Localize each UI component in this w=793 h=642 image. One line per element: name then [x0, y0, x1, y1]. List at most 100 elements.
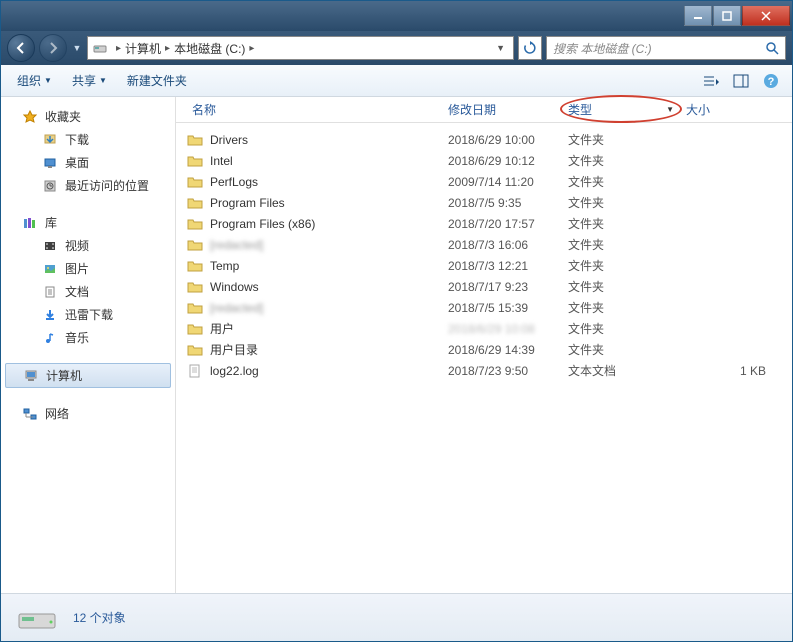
breadcrumb-computer[interactable]: 计算机 [125, 40, 161, 57]
folder-icon [186, 216, 204, 232]
breadcrumb-drive[interactable]: 本地磁盘 (C:) [174, 40, 245, 57]
file-row[interactable]: Program Files (x86)2018/7/20 17:57文件夹 [176, 213, 792, 234]
toolbar: 组织▼ 共享▼ 新建文件夹 ? [1, 65, 792, 97]
file-row[interactable]: Drivers2018/6/29 10:00文件夹 [176, 129, 792, 150]
folder-icon [186, 174, 204, 190]
file-date: 2018/6/29 10:08 [448, 322, 568, 336]
file-list: Drivers2018/6/29 10:00文件夹Intel2018/6/29 … [176, 123, 792, 593]
window-titlebar [1, 1, 792, 31]
file-name: Drivers [210, 133, 448, 147]
forward-button[interactable] [39, 34, 67, 62]
search-input[interactable]: 搜索 本地磁盘 (C:) [546, 36, 786, 60]
column-header-size[interactable]: 大小 [680, 101, 760, 118]
file-date: 2018/7/3 16:06 [448, 238, 568, 252]
status-count: 12 个对象 [73, 609, 126, 626]
file-date: 2018/7/5 9:35 [448, 196, 568, 210]
folder-icon [186, 342, 204, 358]
minimize-button[interactable] [684, 6, 712, 26]
new-folder-button[interactable]: 新建文件夹 [119, 69, 195, 92]
folder-icon [186, 321, 204, 337]
document-icon [41, 284, 59, 300]
file-row[interactable]: [redacted]2018/7/5 15:39文件夹 [176, 297, 792, 318]
help-button[interactable]: ? [758, 70, 784, 92]
view-menu[interactable] [698, 70, 724, 92]
sidebar-item-recent[interactable]: 最近访问的位置 [1, 174, 175, 197]
close-button[interactable] [742, 6, 790, 26]
file-name: [redacted] [210, 301, 448, 315]
file-row[interactable]: Intel2018/6/29 10:12文件夹 [176, 150, 792, 171]
file-row[interactable]: log22.log2018/7/23 9:50文本文档1 KB [176, 360, 792, 381]
drive-icon [92, 40, 108, 56]
file-list-pane: 名称 修改日期 类型▼ 大小 Drivers2018/6/29 10:00文件夹… [176, 97, 792, 593]
breadcrumb-separator-icon: ▸ [249, 43, 254, 54]
file-row[interactable]: Windows2018/7/17 9:23文件夹 [176, 276, 792, 297]
file-row[interactable]: 用户2018/6/29 10:08文件夹 [176, 318, 792, 339]
sidebar-item-music[interactable]: 音乐 [1, 326, 175, 349]
nav-history-dropdown[interactable]: ▼ [71, 38, 83, 58]
file-date: 2009/7/14 11:20 [448, 175, 568, 189]
organize-menu[interactable]: 组织▼ [9, 69, 60, 92]
address-bar[interactable]: ▸ 计算机 ▸ 本地磁盘 (C:) ▸ ▼ [87, 36, 514, 60]
file-name: Program Files [210, 196, 448, 210]
file-type: 文件夹 [568, 194, 686, 211]
folder-icon [186, 300, 204, 316]
back-button[interactable] [7, 34, 35, 62]
share-menu[interactable]: 共享▼ [64, 69, 115, 92]
file-name: 用户目录 [210, 341, 448, 358]
column-header-type[interactable]: 类型▼ [562, 101, 680, 118]
recent-icon [41, 178, 59, 194]
network-icon [21, 406, 39, 422]
file-date: 2018/7/23 9:50 [448, 364, 568, 378]
sidebar-libraries-header[interactable]: 库 [1, 211, 175, 234]
file-type: 文件夹 [568, 257, 686, 274]
file-row[interactable]: [redacted]2018/7/3 16:06文件夹 [176, 234, 792, 255]
svg-text:?: ? [768, 76, 775, 88]
star-icon [21, 109, 39, 125]
file-row[interactable]: PerfLogs2009/7/14 11:20文件夹 [176, 171, 792, 192]
file-date: 2018/7/3 12:21 [448, 259, 568, 273]
folder-icon [186, 153, 204, 169]
sidebar-item-downloads[interactable]: 下载 [1, 128, 175, 151]
breadcrumb-separator-icon: ▸ [165, 43, 170, 54]
file-name: Program Files (x86) [210, 217, 448, 231]
folder-icon [186, 195, 204, 211]
file-date: 2018/6/29 10:00 [448, 133, 568, 147]
sidebar-item-xunlei[interactable]: 迅雷下载 [1, 303, 175, 326]
folder-icon [186, 237, 204, 253]
file-type: 文件夹 [568, 299, 686, 316]
library-icon [21, 215, 39, 231]
maximize-button[interactable] [713, 6, 741, 26]
file-type: 文件夹 [568, 173, 686, 190]
preview-pane-button[interactable] [728, 70, 754, 92]
file-row[interactable]: 用户目录2018/6/29 14:39文件夹 [176, 339, 792, 360]
file-type: 文件夹 [568, 215, 686, 232]
address-dropdown-icon[interactable]: ▼ [492, 43, 509, 53]
file-type: 文件夹 [568, 320, 686, 337]
column-header-date[interactable]: 修改日期 [442, 101, 562, 118]
file-row[interactable]: Temp2018/7/3 12:21文件夹 [176, 255, 792, 276]
column-header-name[interactable]: 名称 [186, 101, 442, 118]
computer-icon [22, 368, 40, 384]
file-row[interactable]: Program Files2018/7/5 9:35文件夹 [176, 192, 792, 213]
file-date: 2018/7/5 15:39 [448, 301, 568, 315]
file-type: 文件夹 [568, 236, 686, 253]
sidebar-item-documents[interactable]: 文档 [1, 280, 175, 303]
file-type: 文件夹 [568, 152, 686, 169]
sidebar-item-network[interactable]: 网络 [1, 402, 175, 425]
file-type: 文本文档 [568, 362, 686, 379]
file-size: 1 KB [686, 364, 766, 378]
sidebar-item-desktop[interactable]: 桌面 [1, 151, 175, 174]
sidebar-favorites-header[interactable]: 收藏夹 [1, 105, 175, 128]
refresh-button[interactable] [518, 36, 542, 60]
folder-icon [186, 258, 204, 274]
search-icon [765, 41, 779, 55]
folder-icon [186, 132, 204, 148]
file-icon [186, 363, 204, 379]
sidebar-item-computer[interactable]: 计算机 [5, 363, 171, 388]
drive-icon [13, 600, 61, 636]
sidebar-item-pictures[interactable]: 图片 [1, 257, 175, 280]
navigation-bar: ▼ ▸ 计算机 ▸ 本地磁盘 (C:) ▸ ▼ 搜索 本地磁盘 (C:) [1, 31, 792, 65]
file-type: 文件夹 [568, 131, 686, 148]
file-date: 2018/7/20 17:57 [448, 217, 568, 231]
sidebar-item-videos[interactable]: 视频 [1, 234, 175, 257]
